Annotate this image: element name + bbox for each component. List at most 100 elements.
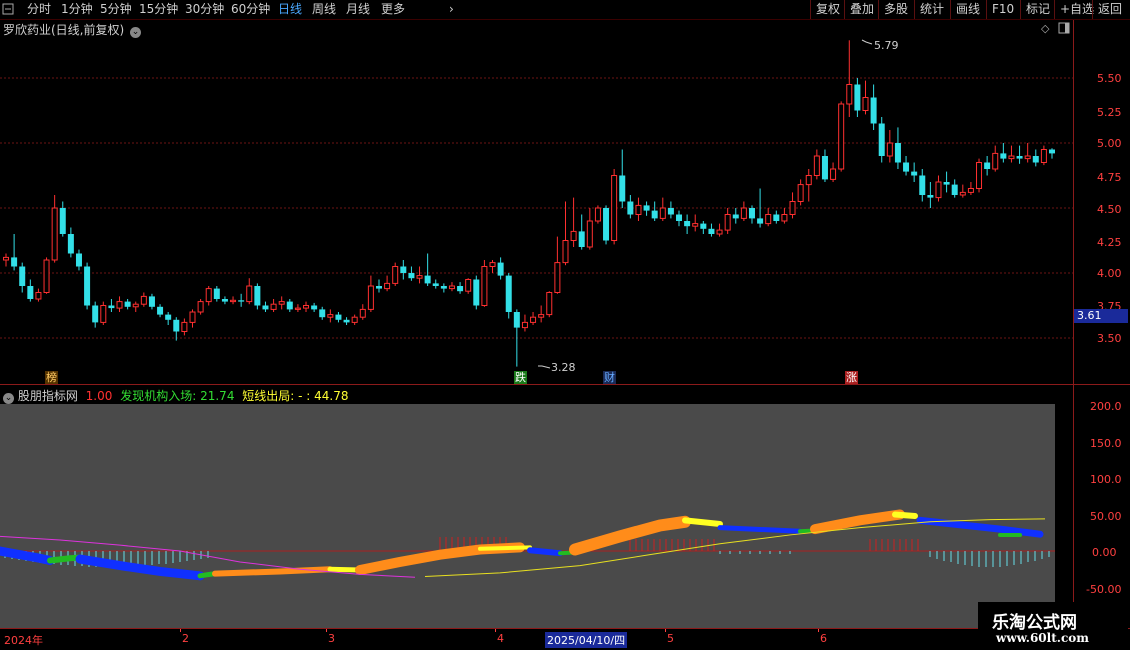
right-axis-divider — [1073, 20, 1074, 630]
indicator-title-bar: ⌄ 股朋指标网 1.00 发现机构入场: 21.74 短线出局: - : 44.… — [3, 387, 349, 404]
candle — [132, 301, 139, 312]
candle — [408, 266, 415, 281]
candle — [489, 260, 496, 273]
candle — [384, 275, 391, 292]
toolbar-tongji-button[interactable]: 统计 — [914, 0, 949, 19]
candle-body — [1040, 149, 1047, 163]
candle — [692, 214, 699, 232]
candle — [594, 205, 601, 224]
x-label-cursor-date[interactable]: 2025/04/10/四 — [545, 632, 628, 648]
candle — [230, 296, 237, 305]
event-marker-cai[interactable]: 财 — [603, 371, 616, 384]
candle-body — [51, 207, 58, 261]
candle — [886, 130, 893, 163]
candle-body — [927, 195, 934, 198]
candle — [181, 318, 188, 336]
candle — [481, 260, 488, 307]
candle — [513, 309, 520, 367]
period-left-icon[interactable] — [0, 1, 20, 18]
candle-body — [789, 201, 796, 215]
candle-body — [489, 262, 496, 268]
candle — [651, 201, 658, 221]
candle-body — [246, 285, 253, 303]
tab-15min[interactable]: 15分钟 — [139, 1, 178, 18]
candle-body — [627, 201, 634, 215]
candle — [1032, 149, 1039, 167]
tab-daily[interactable]: 日线 — [278, 1, 302, 18]
candle — [473, 275, 480, 310]
candle-body — [911, 171, 918, 176]
candle-body — [684, 221, 691, 227]
candle — [238, 293, 245, 307]
candle — [11, 234, 18, 271]
indicator-name[interactable]: 股朋指标网 — [18, 389, 78, 403]
candle-body — [708, 228, 715, 234]
candle — [935, 175, 942, 202]
candle — [286, 299, 293, 312]
candle — [838, 101, 845, 172]
candle-body — [213, 288, 220, 299]
candle-body — [870, 97, 877, 124]
candle — [643, 201, 650, 216]
candle — [1000, 143, 1007, 163]
candle — [546, 291, 553, 318]
candle-body — [67, 234, 74, 254]
candle-body — [311, 305, 318, 310]
candle — [221, 296, 228, 305]
candle-body — [27, 286, 34, 299]
candle — [976, 158, 983, 193]
tab-fenshi[interactable]: 分时 — [27, 1, 51, 18]
chevron-right-icon[interactable]: › — [449, 1, 454, 18]
candle-body — [367, 285, 374, 310]
ribbon-segment — [682, 517, 723, 527]
candle — [562, 201, 569, 266]
candle — [43, 257, 50, 294]
tab-monthly[interactable]: 月线 — [346, 1, 370, 18]
candle — [173, 317, 180, 341]
candle-body — [716, 229, 723, 235]
tab-weekly[interactable]: 周线 — [312, 1, 336, 18]
toolbar-fuquan-button[interactable]: 复权 — [810, 0, 845, 19]
tab-5min[interactable]: 5分钟 — [100, 1, 132, 18]
toolbar-back-button[interactable]: 返回 — [1092, 0, 1127, 19]
tab-30min[interactable]: 30分钟 — [185, 1, 224, 18]
candle — [854, 78, 861, 117]
candle-body — [546, 292, 553, 316]
indicator-value3: - : 44.78 — [298, 389, 349, 403]
candle-body — [959, 191, 966, 196]
event-marker-die[interactable]: 跌 — [514, 371, 527, 384]
toolbar-f10-button[interactable]: F10 — [986, 0, 1019, 19]
candle-body — [894, 143, 901, 163]
event-marker-bang[interactable]: 榜 — [45, 371, 58, 384]
watermark-title: 乐淘公式网 — [992, 613, 1077, 633]
candle — [765, 208, 772, 227]
toolbar-diejia-button[interactable]: 叠加 — [844, 0, 879, 19]
candle-body — [659, 207, 666, 219]
candle — [351, 314, 358, 325]
toolbar-duogu-button[interactable]: 多股 — [878, 0, 913, 19]
toolbar-huaxian-button[interactable]: 画线 — [950, 0, 985, 19]
ribbon-segment — [527, 547, 563, 557]
candle — [327, 309, 334, 323]
tab-more[interactable]: 更多 — [381, 1, 405, 18]
candle — [75, 249, 82, 271]
tab-1min[interactable]: 1分钟 — [61, 1, 93, 18]
candle — [627, 195, 634, 219]
candle — [992, 145, 999, 172]
candle-body — [238, 300, 245, 302]
indicator-label2: 发现机构入场: — [120, 389, 197, 403]
indicator-dropdown-icon[interactable]: ⌄ — [3, 393, 14, 404]
candle-body — [124, 301, 131, 307]
toolbar-biaoji-button[interactable]: 标记 — [1020, 0, 1055, 19]
candle — [919, 169, 926, 202]
ind-y-tick-neg50: -50.00 — [1086, 583, 1122, 596]
tab-60min[interactable]: 60分钟 — [231, 1, 270, 18]
candle-body — [157, 306, 164, 315]
event-marker-zhang[interactable]: 涨 — [845, 371, 858, 384]
candle-body — [773, 214, 780, 221]
candle-body — [473, 279, 480, 306]
candle — [878, 117, 885, 163]
candle-body — [92, 305, 99, 323]
candle — [465, 278, 472, 294]
candle-body — [140, 295, 147, 305]
